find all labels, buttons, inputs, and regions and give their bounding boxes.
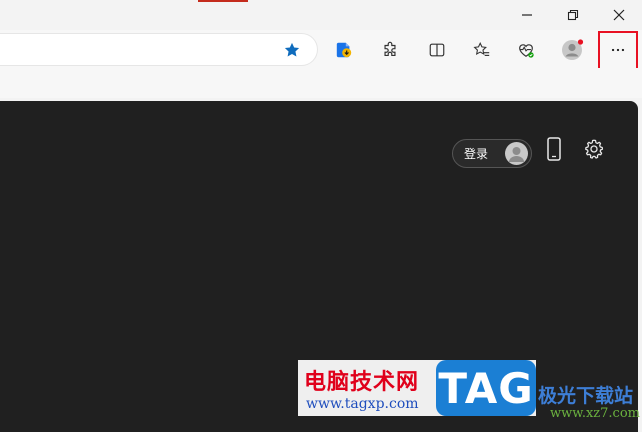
restore-button[interactable] <box>550 0 596 30</box>
watermark-url: www.tagxp.com <box>306 396 419 412</box>
active-tab-accent <box>198 0 248 2</box>
extensions-icon <box>384 41 396 56</box>
browser-health-button[interactable] <box>512 36 540 64</box>
profile-avatar-icon <box>562 39 584 60</box>
login-label: 登录 <box>464 147 489 161</box>
address-bar[interactable] <box>0 34 317 65</box>
watermark-site-name: 极光下载站 <box>538 385 634 407</box>
favorites-bar <box>0 68 642 98</box>
browser-essentials-button[interactable] <box>330 36 358 64</box>
add-favorite-button[interactable] <box>278 36 306 64</box>
settings-button[interactable] <box>582 137 606 161</box>
close-icon <box>613 9 625 21</box>
split-screen-icon <box>429 43 445 57</box>
favorite-star-icon <box>284 42 300 57</box>
health-icon <box>519 44 534 58</box>
minimize-icon <box>522 14 532 16</box>
watermark-site-url: www.xz7.com <box>550 406 640 421</box>
favorites-button[interactable] <box>468 36 496 64</box>
login-avatar-icon <box>505 142 528 165</box>
settings-gear-icon <box>585 139 604 159</box>
phone-button[interactable] <box>543 136 565 162</box>
watermark-title: 电脑技术网 <box>304 370 420 395</box>
browser-essentials-icon <box>336 42 352 58</box>
watermark-logo: TAG <box>436 360 536 416</box>
restore-icon <box>567 9 579 21</box>
watermark-logo-text: TAG <box>438 363 534 413</box>
close-window-button[interactable] <box>596 0 642 30</box>
favorites-icon <box>473 41 490 56</box>
login-button[interactable]: 登录 <box>452 139 532 168</box>
split-screen-button[interactable] <box>423 36 451 64</box>
minimize-button[interactable] <box>504 0 550 30</box>
extensions-button[interactable] <box>376 36 404 64</box>
profile-button[interactable] <box>558 36 586 64</box>
phone-icon <box>547 137 561 161</box>
